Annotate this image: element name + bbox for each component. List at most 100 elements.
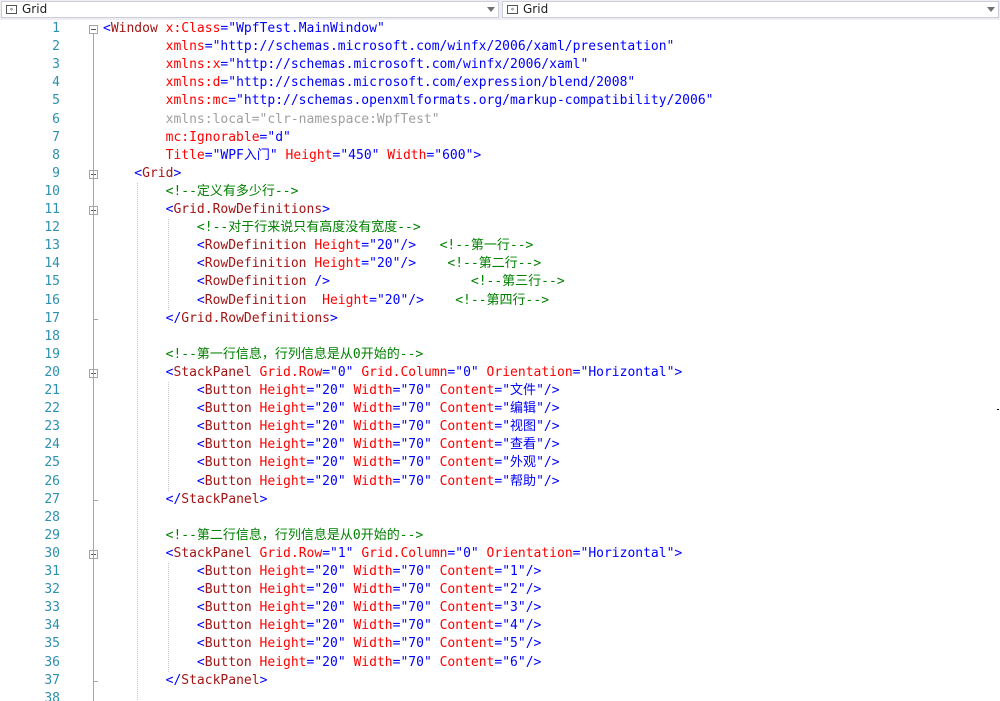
code-text[interactable]: xmlns:local="clr-namespace:WpfTest" bbox=[103, 111, 440, 129]
code-line[interactable]: 25 <Button Height="20" Width="70" Conten… bbox=[0, 454, 1000, 472]
code-line[interactable]: 32 <Button Height="20" Width="70" Conten… bbox=[0, 581, 1000, 599]
code-text[interactable]: xmlns:d="http://schemas.microsoft.com/ex… bbox=[103, 74, 636, 92]
code-editor[interactable]: 1 <Window x:Class="WpfTest.MainWindow" 2 x… bbox=[0, 20, 1000, 701]
line-number: 33 bbox=[44, 600, 60, 616]
code-text[interactable]: </Grid.RowDefinitions> bbox=[103, 310, 338, 328]
line-number: 4 bbox=[52, 75, 60, 91]
code-token: =" bbox=[306, 618, 323, 634]
code-line[interactable]: 37 </StackPanel> bbox=[0, 672, 1000, 690]
code-text[interactable]: <StackPanel Grid.Row="0" Grid.Column="0"… bbox=[103, 364, 683, 382]
code-line[interactable]: 2 xmlns="http://schemas.microsoft.com/wi… bbox=[0, 38, 1000, 56]
code-token: 600 bbox=[442, 147, 466, 163]
code-text[interactable]: <!--第二行信息，行列信息是从0开始的--> bbox=[103, 527, 424, 545]
code-line[interactable]: 36 <Button Height="20" Width="70" Conten… bbox=[0, 654, 1000, 672]
code-line[interactable]: 18 bbox=[0, 328, 1000, 346]
code-text[interactable]: <Button Height="20" Width="70" Content="… bbox=[103, 436, 560, 454]
code-line[interactable]: 34 <Button Height="20" Width="70" Conten… bbox=[0, 617, 1000, 635]
code-text[interactable]: <Window x:Class="WpfTest.MainWindow" bbox=[103, 20, 385, 38]
code-line[interactable]: 4 xmlns:d="http://schemas.microsoft.com/… bbox=[0, 74, 1000, 92]
code-line[interactable]: 21 <Button Height="20" Width="70" Conten… bbox=[0, 382, 1000, 400]
code-text[interactable]: <!--对于行来说只有高度没有宽度--> bbox=[103, 219, 421, 237]
code-line[interactable]: 28 bbox=[0, 509, 1000, 527]
code-token: </ bbox=[103, 491, 182, 507]
code-text[interactable]: <Grid> bbox=[103, 165, 181, 183]
code-text[interactable]: <!--定义有多少行--> bbox=[103, 183, 299, 201]
code-text[interactable]: <Button Height="20" Width="70" Content="… bbox=[103, 473, 560, 491]
code-text[interactable]: <StackPanel Grid.Row="1" Grid.Column="0"… bbox=[103, 545, 683, 563]
code-line[interactable]: 6 xmlns:local="clr-namespace:WpfTest" bbox=[0, 111, 1000, 129]
code-line[interactable]: 7 mc:Ignorable="d" bbox=[0, 129, 1000, 147]
code-token: =" bbox=[392, 419, 409, 435]
code-text[interactable]: mc:Ignorable="d" bbox=[103, 129, 291, 147]
code-token: =" bbox=[494, 582, 511, 598]
code-line[interactable]: 22 <Button Height="20" Width="70" Conten… bbox=[0, 400, 1000, 418]
chevron-down-icon[interactable] bbox=[487, 7, 495, 12]
line-number: 30 bbox=[44, 545, 60, 561]
code-line[interactable]: 10 <!--定义有多少行--> bbox=[0, 183, 1000, 201]
code-text[interactable]: <Button Height="20" Width="70" Content="… bbox=[103, 400, 560, 418]
code-text[interactable]: Title="WPF入门" Height="450" Width="600"> bbox=[103, 147, 482, 165]
code-text[interactable]: <Button Height="20" Width="70" Content="… bbox=[103, 418, 560, 436]
code-token: =" bbox=[494, 401, 511, 417]
code-token: =" bbox=[306, 401, 323, 417]
code-token: =" bbox=[392, 636, 409, 652]
code-line[interactable]: 14 <RowDefinition Height="20"/> <!--第二行-… bbox=[0, 255, 1000, 273]
left-element-dropdown[interactable]: ⋄ Grid bbox=[1, 1, 499, 18]
code-token: StackPanel bbox=[181, 672, 260, 688]
code-line[interactable]: 19 <!--第一行信息，行列信息是从0开始的--> bbox=[0, 346, 1000, 364]
code-token: =" bbox=[494, 437, 511, 453]
code-line[interactable]: 27 </StackPanel> bbox=[0, 491, 1000, 509]
code-token: " bbox=[666, 39, 675, 55]
code-line[interactable]: 38 bbox=[0, 690, 1000, 701]
code-line[interactable]: 31 <Button Height="20" Width="70" Conten… bbox=[0, 563, 1000, 581]
code-line[interactable]: 3 xmlns:x="http://schemas.microsoft.com/… bbox=[0, 56, 1000, 74]
code-token: =" bbox=[494, 419, 511, 435]
code-token: < bbox=[103, 383, 205, 398]
code-line[interactable]: 29 <!--第二行信息，行列信息是从0开始的--> bbox=[0, 527, 1000, 545]
code-token: =" bbox=[322, 364, 338, 380]
code-token: " bbox=[337, 419, 346, 435]
code-line[interactable]: 33 <Button Height="20" Width="70" Conten… bbox=[0, 599, 1000, 617]
code-text[interactable]: xmlns:mc="http://schemas.openxmlformats.… bbox=[103, 92, 714, 110]
code-line[interactable]: 16 <RowDefinition Height="20"/> <!--第四行-… bbox=[0, 292, 1000, 310]
right-element-dropdown[interactable]: ⋄ Grid bbox=[502, 1, 999, 18]
code-token: "/> bbox=[517, 654, 542, 670]
code-token: < bbox=[103, 274, 205, 290]
code-token: < bbox=[103, 364, 174, 380]
code-text[interactable]: <!--第一行信息，行列信息是从0开始的--> bbox=[103, 346, 424, 364]
collapse-toggle-icon[interactable] bbox=[89, 25, 98, 34]
code-token: Width bbox=[379, 147, 427, 163]
code-text[interactable]: xmlns:x="http://schemas.microsoft.com/wi… bbox=[103, 56, 589, 74]
chevron-down-icon[interactable] bbox=[987, 7, 995, 12]
code-line[interactable]: 23 <Button Height="20" Width="70" Conten… bbox=[0, 418, 1000, 436]
code-line[interactable]: 8 Title="WPF入门" Height="450" Width="600"… bbox=[0, 147, 1000, 165]
line-number: 2 bbox=[52, 39, 60, 55]
code-line[interactable]: 1 <Window x:Class="WpfTest.MainWindow" bbox=[0, 20, 1000, 38]
code-line[interactable]: 11 <Grid.RowDefinitions> bbox=[0, 201, 1000, 219]
code-line[interactable]: 30 <StackPanel Grid.Row="1" Grid.Column=… bbox=[0, 545, 1000, 563]
code-line[interactable]: 24 <Button Height="20" Width="70" Conten… bbox=[0, 436, 1000, 454]
code-line[interactable]: 35 <Button Height="20" Width="70" Conten… bbox=[0, 635, 1000, 653]
code-token: Width bbox=[345, 636, 393, 652]
code-line[interactable]: 13 <RowDefinition Height="20"/> <!--第一行-… bbox=[0, 237, 1000, 255]
code-line[interactable]: 15 <RowDefinition /> <!--第三行--> bbox=[0, 273, 1000, 291]
code-token: RowDefinition bbox=[204, 274, 307, 290]
code-line[interactable]: 26 <Button Height="20" Width="70" Conten… bbox=[0, 473, 1000, 491]
code-text[interactable]: <RowDefinition /> <!--第三行--> bbox=[103, 273, 565, 291]
code-line[interactable]: 12 <!--对于行来说只有高度没有宽度--> bbox=[0, 219, 1000, 237]
indent-guide bbox=[168, 382, 170, 491]
code-line[interactable]: 9 <Grid> bbox=[0, 165, 1000, 183]
code-text[interactable]: <Button Height="20" Width="70" Content="… bbox=[103, 454, 560, 472]
code-token: Button bbox=[204, 564, 252, 579]
code-line[interactable]: 20 <StackPanel Grid.Row="0" Grid.Column=… bbox=[0, 364, 1000, 382]
code-text[interactable]: </StackPanel> bbox=[103, 491, 268, 509]
code-line[interactable]: 17 </Grid.RowDefinitions> bbox=[0, 310, 1000, 328]
code-token: Width bbox=[345, 401, 393, 417]
code-token: 20 bbox=[322, 437, 338, 453]
code-text[interactable]: </StackPanel> bbox=[103, 672, 268, 690]
code-text[interactable]: <Button Height="20" Width="70" Content="… bbox=[103, 382, 560, 400]
code-text[interactable]: xmlns="http://schemas.microsoft.com/winf… bbox=[103, 38, 675, 56]
code-token: =" bbox=[572, 364, 589, 380]
code-line[interactable]: 5 xmlns:mc="http://schemas.openxmlformat… bbox=[0, 92, 1000, 110]
code-text[interactable]: <RowDefinition Height="20"/> <!--第四行--> bbox=[103, 292, 549, 310]
